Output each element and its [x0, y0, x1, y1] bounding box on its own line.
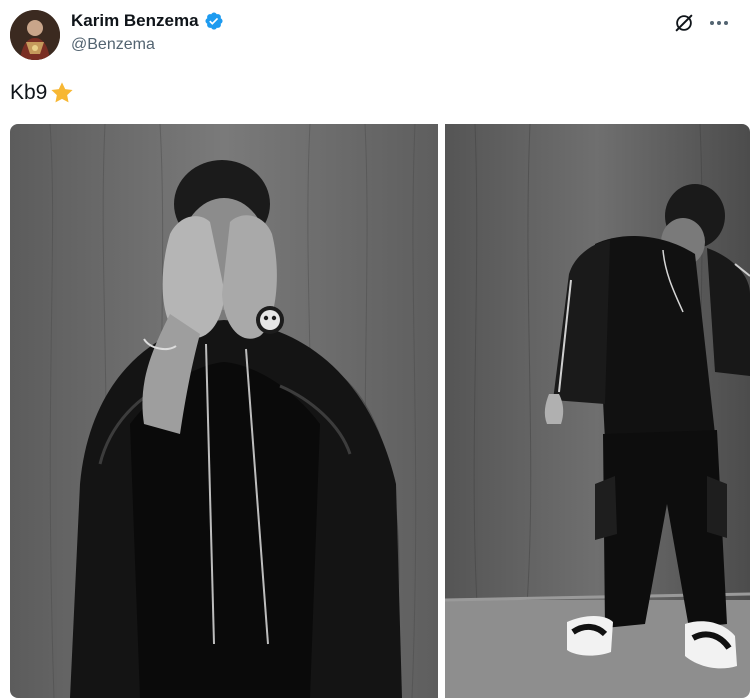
star-icon [51, 82, 73, 103]
author-handle[interactable]: @Benzema [71, 36, 155, 54]
more-options-icon[interactable] [706, 12, 732, 34]
avatar-portrait-icon [10, 10, 60, 60]
media-photo-1[interactable] [10, 124, 438, 698]
author-name[interactable]: Karim Benzema [71, 11, 199, 31]
verified-badge-icon [205, 12, 223, 30]
avatar[interactable] [10, 10, 60, 60]
grok-icon[interactable] [673, 12, 695, 34]
tweet-text-content: Kb9 [10, 81, 48, 104]
tweet-text: Kb9 [10, 80, 75, 106]
media-photo-2[interactable] [445, 124, 750, 698]
photo-portrait-hands-over-face-icon [10, 124, 438, 698]
tweet-card: Karim Benzema @Benzema Kb9 [0, 0, 750, 698]
author-name-row[interactable]: Karim Benzema [71, 10, 224, 32]
photo-full-body-adjusting-jacket-icon [445, 124, 750, 698]
